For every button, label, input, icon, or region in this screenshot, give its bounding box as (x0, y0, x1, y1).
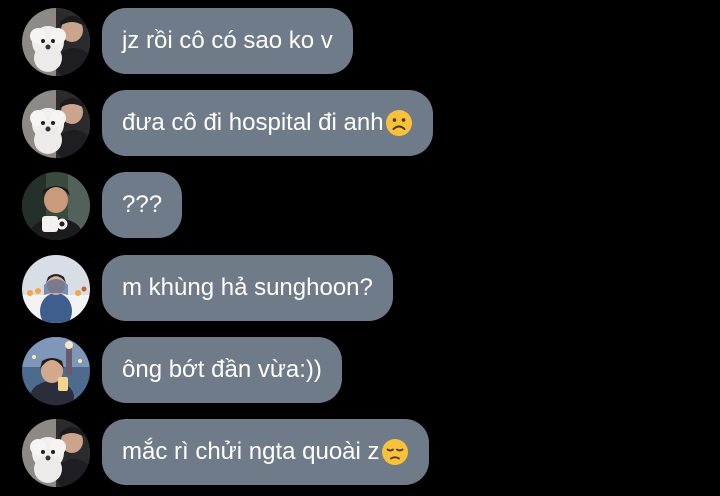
message-bubble[interactable]: ??? (102, 172, 183, 238)
avatar[interactable] (22, 419, 90, 487)
avatar[interactable] (22, 337, 90, 405)
message-text: jz rồi cô có sao ko v (122, 27, 333, 54)
message-row: m khùng hả sunghoon? (0, 255, 720, 323)
message-row: ông bớt đần vừa:)) (0, 337, 720, 405)
message-row: đưa cô đi hospital đi anh (0, 90, 720, 158)
message-text: ??? (122, 191, 163, 218)
chat-thread: jz rồi cô có sao ko v đưa cô đi hospital… (0, 0, 720, 496)
avatar-boy-city-image (22, 337, 90, 405)
avatar[interactable] (22, 172, 90, 240)
message-bubble[interactable]: ông bớt đần vừa:)) (102, 337, 342, 403)
message-text: đưa cô đi hospital đi anh (122, 109, 384, 136)
message-row: ??? (0, 172, 720, 240)
message-bubble[interactable]: jz rồi cô có sao ko v (102, 8, 353, 74)
avatar[interactable] (22, 255, 90, 323)
message-bubble[interactable]: đưa cô đi hospital đi anh (102, 90, 433, 156)
avatar-boy-snow-image (22, 255, 90, 323)
frowning-face-icon (385, 109, 413, 137)
message-row: jz rồi cô có sao ko v (0, 8, 720, 76)
message-text: ông bớt đần vừa:)) (122, 356, 322, 383)
pensive-face-icon (381, 438, 409, 466)
message-row: mắc rì chửi ngta quoài z (0, 419, 720, 487)
message-text: m khùng hả sunghoon? (122, 274, 373, 301)
message-bubble[interactable]: m khùng hả sunghoon? (102, 255, 393, 321)
avatar-dog-selfie-image (22, 8, 90, 76)
avatar-dog-selfie-image (22, 419, 90, 487)
avatar-boy-mug-image (22, 172, 90, 240)
avatar[interactable] (22, 90, 90, 158)
avatar-dog-selfie-image (22, 90, 90, 158)
message-text: mắc rì chửi ngta quoài z (122, 438, 380, 465)
message-bubble[interactable]: mắc rì chửi ngta quoài z (102, 419, 429, 485)
avatar[interactable] (22, 8, 90, 76)
